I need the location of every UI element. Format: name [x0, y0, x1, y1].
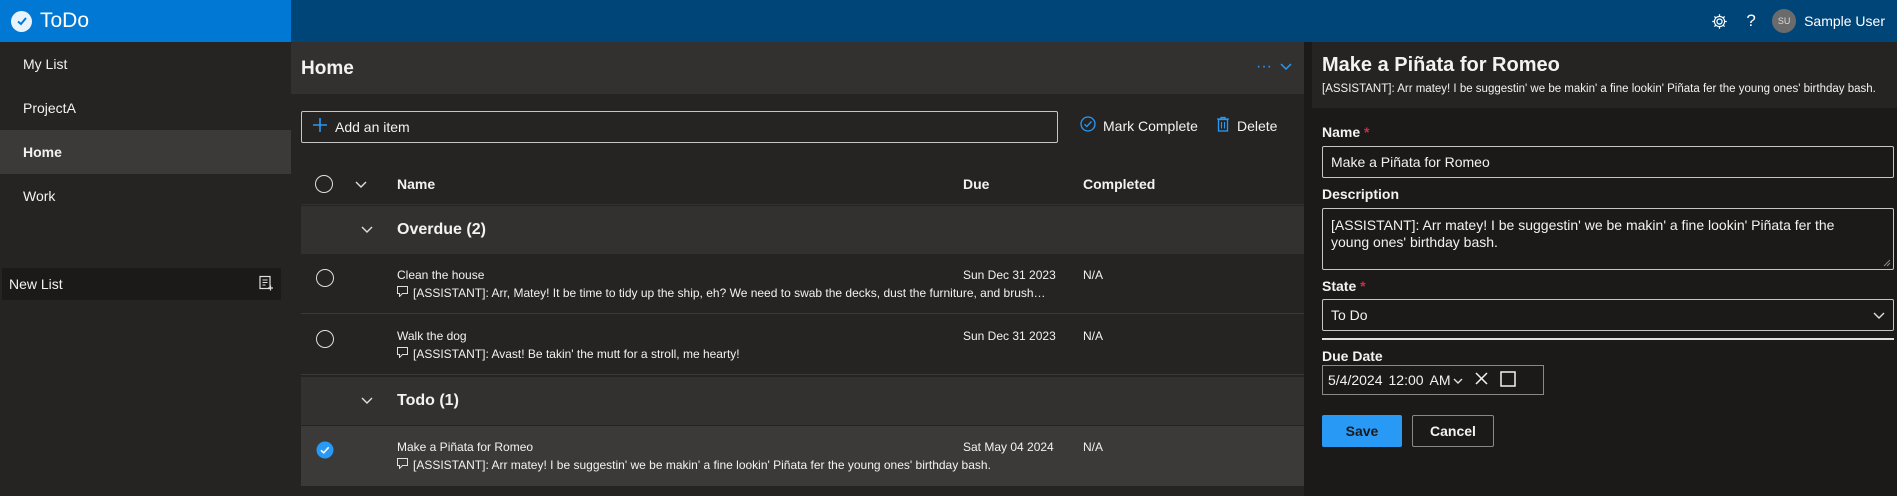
- required-marker: *: [1364, 124, 1370, 140]
- item-description: [ASSISTANT]: Arr matey! I be suggestin' …: [413, 458, 991, 472]
- new-list-button[interactable]: New List: [2, 268, 281, 300]
- item-due: Sun Dec 31 2023: [963, 268, 1056, 282]
- detail-title: Make a Piñata for Romeo: [1322, 54, 1560, 76]
- description-label: Description: [1322, 186, 1400, 202]
- delete-label: Delete: [1237, 117, 1278, 134]
- row-checkbox-checked[interactable]: [316, 441, 334, 464]
- state-dropdown[interactable]: To Do: [1322, 299, 1894, 331]
- comment-icon: [397, 286, 408, 300]
- item-completed: N/A: [1083, 268, 1104, 282]
- sidebar-item-label: ProjectA: [23, 100, 76, 116]
- resize-handle-icon[interactable]: [1883, 259, 1891, 267]
- plus-icon: [313, 117, 327, 137]
- comment-icon: [397, 458, 408, 472]
- due-date-input[interactable]: 5/4/2024 12:00 AM: [1322, 365, 1544, 395]
- chevron-down-icon[interactable]: [361, 221, 373, 239]
- user-name[interactable]: Sample User: [1804, 13, 1885, 29]
- help-icon[interactable]: ?: [1740, 10, 1762, 32]
- item-completed: N/A: [1083, 329, 1104, 343]
- calendar-icon[interactable]: [1499, 370, 1516, 390]
- page-title: Home: [301, 58, 354, 79]
- detail-header: Make a Piñata for Romeo [ASSISTANT]: Arr…: [1312, 42, 1897, 108]
- sidebar-item-projecta[interactable]: ProjectA: [0, 86, 291, 130]
- chevron-down-icon[interactable]: [1280, 58, 1292, 76]
- sidebar-item-work[interactable]: Work: [0, 174, 291, 218]
- app-brand[interactable]: ToDo: [0, 0, 291, 42]
- table-row[interactable]: Make a Piñata for Romeo [ASSISTANT]: Arr…: [301, 426, 1304, 486]
- name-field[interactable]: Make a Piñata for Romeo: [1322, 146, 1894, 178]
- cancel-button[interactable]: Cancel: [1412, 415, 1494, 447]
- divider: [1322, 338, 1894, 340]
- mark-complete-label: Mark Complete: [1103, 117, 1198, 134]
- more-options-icon[interactable]: ···: [1256, 58, 1272, 76]
- item-due: Sat May 04 2024: [963, 440, 1054, 454]
- item-description: [ASSISTANT]: Arr, Matey! It be time to t…: [413, 286, 1047, 300]
- mark-complete-button[interactable]: Mark Complete: [1080, 116, 1198, 135]
- required-marker: *: [1360, 278, 1366, 294]
- due-time-value[interactable]: 12:00: [1389, 372, 1424, 388]
- group-label: Todo (1): [397, 392, 459, 409]
- add-item-label: Add an item: [335, 119, 410, 135]
- chevron-down-icon: [1873, 307, 1885, 323]
- due-ampm-value[interactable]: AM: [1430, 372, 1451, 388]
- state-value: To Do: [1331, 307, 1368, 323]
- sidebar-item-label: Work: [23, 188, 56, 204]
- name-label: Name *: [1322, 124, 1370, 140]
- state-label: State *: [1322, 278, 1366, 294]
- comment-icon: [397, 347, 408, 361]
- column-name[interactable]: Name: [397, 176, 435, 192]
- item-name: Make a Piñata for Romeo: [397, 440, 534, 454]
- item-name: Clean the house: [397, 268, 485, 282]
- sidebar-item-home[interactable]: Home: [0, 130, 291, 174]
- description-field-value: [ASSISTANT]: Arr matey! I be suggestin' …: [1331, 217, 1835, 250]
- item-name: Walk the dog: [397, 329, 467, 343]
- table-row[interactable]: Walk the dog [ASSISTANT]: Avast! Be taki…: [301, 315, 1304, 375]
- table-header: Name Due Completed: [301, 163, 1304, 205]
- delete-button[interactable]: Delete: [1216, 116, 1277, 135]
- column-due[interactable]: Due: [963, 176, 989, 192]
- trash-icon: [1216, 116, 1230, 135]
- item-detail-panel: Make a Piñata for Romeo [ASSISTANT]: Arr…: [1312, 42, 1897, 496]
- sidebar-item-my-list[interactable]: My List: [0, 42, 291, 86]
- avatar[interactable]: SU: [1772, 9, 1797, 33]
- due-date-label: Due Date: [1322, 348, 1383, 364]
- new-list-label: New List: [9, 276, 63, 292]
- row-checkbox[interactable]: [316, 330, 334, 348]
- collapse-all-icon[interactable]: [355, 176, 367, 192]
- list-header: Home ···: [291, 42, 1304, 94]
- column-completed[interactable]: Completed: [1083, 176, 1155, 192]
- item-due: Sun Dec 31 2023: [963, 329, 1056, 343]
- name-field-value: Make a Piñata for Romeo: [1331, 154, 1490, 170]
- table-row[interactable]: Clean the house [ASSISTANT]: Arr, Matey!…: [301, 254, 1304, 314]
- check-circle-icon: [1080, 116, 1096, 135]
- gear-icon[interactable]: [1708, 10, 1730, 32]
- check-circle-icon: [11, 10, 32, 32]
- due-date-value[interactable]: 5/4/2024: [1328, 372, 1383, 388]
- group-header-overdue[interactable]: Overdue (2): [301, 206, 1304, 254]
- app-title: ToDo: [40, 9, 90, 32]
- group-header-todo[interactable]: Todo (1): [301, 377, 1304, 425]
- add-list-icon: [258, 275, 274, 294]
- item-completed: N/A: [1083, 440, 1104, 454]
- select-all-checkbox[interactable]: [315, 174, 333, 193]
- item-description: [ASSISTANT]: Avast! Be takin' the mutt f…: [413, 347, 740, 361]
- description-field[interactable]: [ASSISTANT]: Arr matey! I be suggestin' …: [1322, 208, 1894, 270]
- main-content: Home ··· Add an item Mark Complete Delet…: [291, 42, 1304, 496]
- sidebar-item-label: My List: [23, 56, 68, 72]
- detail-subtitle: [ASSISTANT]: Arr matey! I be suggestin' …: [1322, 83, 1876, 95]
- sidebar-item-label: Home: [23, 144, 62, 160]
- clear-date-icon[interactable]: [1475, 372, 1488, 388]
- row-checkbox[interactable]: [316, 269, 334, 287]
- save-button[interactable]: Save: [1322, 415, 1402, 447]
- group-label: Overdue (2): [397, 221, 486, 238]
- top-bar: ToDo ? SU Sample User: [0, 0, 1897, 42]
- chevron-down-icon[interactable]: [361, 392, 373, 410]
- chevron-down-icon[interactable]: [1453, 372, 1463, 388]
- sidebar: My List ProjectA Home Work New List: [0, 42, 291, 496]
- add-item-input[interactable]: Add an item: [301, 111, 1058, 143]
